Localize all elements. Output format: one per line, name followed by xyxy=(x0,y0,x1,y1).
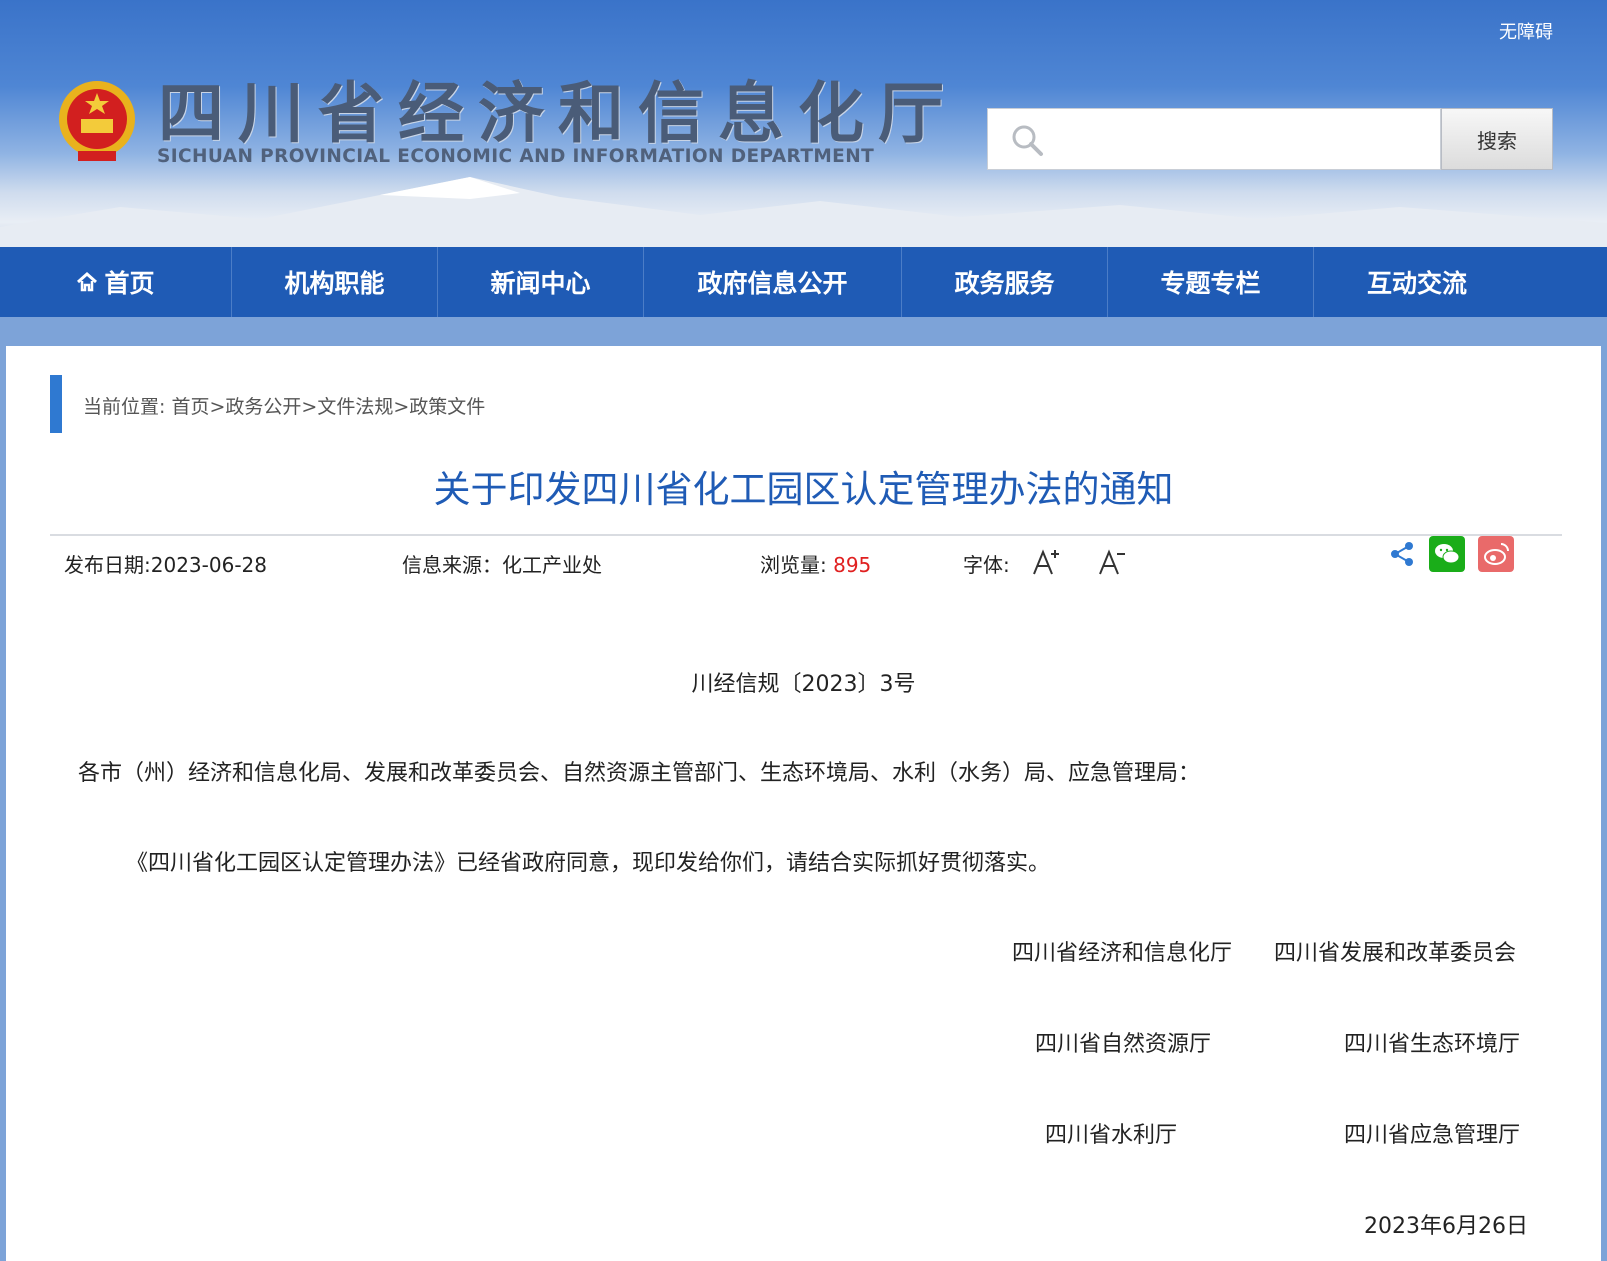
breadcrumb-separator: > xyxy=(209,396,226,418)
nav-item-topics[interactable]: 专题专栏 xyxy=(1108,247,1314,317)
weibo-icon xyxy=(1484,543,1509,565)
wechat-icon xyxy=(1435,544,1460,564)
font-increase-icon[interactable] xyxy=(1030,546,1062,578)
signatory: 四川省自然资源厅 xyxy=(1035,1032,1212,1057)
nav-item-organization[interactable]: 机构职能 xyxy=(232,247,438,317)
body-paragraph: 《四川省化工园区认定管理办法》已经省政府同意，现印发给你们，请结合实际抓好贯彻落… xyxy=(126,851,1051,876)
signatory: 四川省应急管理厅 xyxy=(1344,1123,1521,1148)
breadcrumb-marker xyxy=(50,375,62,433)
signatory: 四川省生态环境厅 xyxy=(1344,1032,1521,1057)
site-title[interactable]: 四川省经济和信息化厅 xyxy=(158,80,958,146)
nav-item-gov-info[interactable]: 政府信息公开 xyxy=(644,247,902,317)
publish-label: 发布日期: xyxy=(64,553,151,577)
accessibility-link[interactable]: 无障碍 xyxy=(1499,18,1553,44)
search-button[interactable]: 搜索 xyxy=(1441,108,1553,170)
publish-value: 2023-06-28 xyxy=(150,553,267,577)
issue-date: 2023年6月26日 xyxy=(1364,1214,1528,1239)
view-count: 浏览量: 895 xyxy=(760,549,871,578)
breadcrumb-separator: > xyxy=(301,396,318,418)
source-label: 信息来源： xyxy=(402,553,502,577)
breadcrumb-gov-affairs[interactable]: 政务公开 xyxy=(225,396,301,418)
breadcrumb: 当前位置: 首页>政务公开>文件法规>政策文件 xyxy=(83,392,485,419)
title-divider xyxy=(50,534,1562,536)
publish-date: 发布日期:2023-06-28 xyxy=(64,549,267,578)
font-size-label: 字体: xyxy=(963,553,1010,577)
national-emblem-logo[interactable] xyxy=(56,79,138,165)
site-subtitle: SICHUAN PROVINCIAL ECONOMIC AND INFORMAT… xyxy=(157,146,875,167)
weibo-share-icon[interactable] xyxy=(1478,536,1514,572)
search-input[interactable] xyxy=(1058,119,1432,161)
views-value: 895 xyxy=(833,553,872,577)
signatory: 四川省经济和信息化厅 xyxy=(1012,941,1233,966)
signatory: 四川省发展和改革委员会 xyxy=(1274,941,1517,966)
nav-item-news[interactable]: 新闻中心 xyxy=(438,247,644,317)
info-source: 信息来源：化工产业处 xyxy=(402,549,602,578)
font-decrease-icon[interactable] xyxy=(1096,546,1128,578)
breadcrumb-policy[interactable]: 政策文件 xyxy=(409,396,485,418)
mountain-background xyxy=(0,177,1607,247)
breadcrumb-prefix: 当前位置: xyxy=(83,396,166,418)
nav-label: 首页 xyxy=(104,269,155,298)
nav-item-interaction[interactable]: 互动交流 xyxy=(1314,247,1520,317)
header-banner: 无障碍 四川省经济和信息化厅 SICHUAN PROVINCIAL ECONOM… xyxy=(0,0,1607,247)
home-icon xyxy=(77,271,98,292)
share-icon[interactable] xyxy=(1388,540,1416,568)
article-panel: 当前位置: 首页>政务公开>文件法规>政策文件 关于印发四川省化工园区认定管理办… xyxy=(6,346,1601,1261)
signatory: 四川省水利厅 xyxy=(1045,1123,1178,1148)
source-value: 化工产业处 xyxy=(502,553,602,577)
salutation: 各市（州）经济和信息化局、发展和改革委员会、自然资源主管部门、生态环境局、水利（… xyxy=(78,761,1201,786)
breadcrumb-separator: > xyxy=(393,396,410,418)
search-icon xyxy=(1012,125,1043,156)
breadcrumb-home[interactable]: 首页 xyxy=(171,396,209,418)
wechat-share-icon[interactable] xyxy=(1429,536,1465,572)
article-title: 关于印发四川省化工园区认定管理办法的通知 xyxy=(433,468,1174,511)
views-label: 浏览量: xyxy=(760,553,827,577)
breadcrumb-documents[interactable]: 文件法规 xyxy=(317,396,393,418)
document-number: 川经信规〔2023〕3号 xyxy=(691,672,916,697)
search-box xyxy=(987,108,1441,170)
nav-item-home[interactable]: 首页 xyxy=(0,247,232,317)
main-nav: 首页 机构职能 新闻中心 政府信息公开 政务服务 专题专栏 互动交流 xyxy=(0,247,1607,317)
nav-item-services[interactable]: 政务服务 xyxy=(902,247,1108,317)
